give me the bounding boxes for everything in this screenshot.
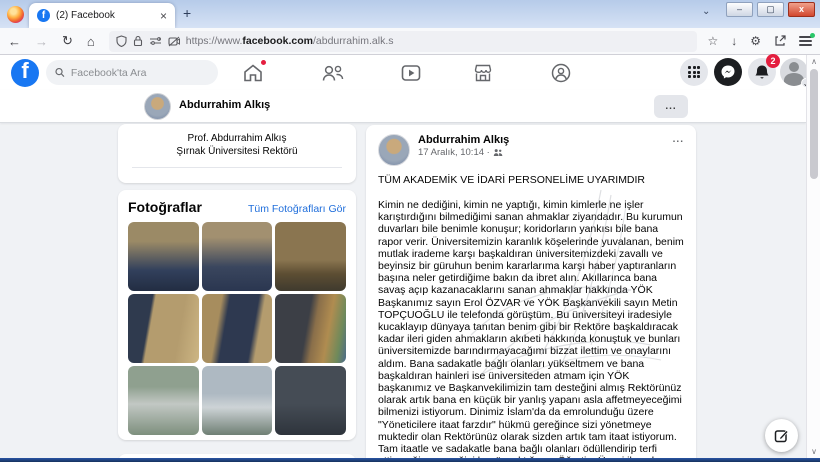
list-tabs-chevron-icon[interactable]: ⌄ [702, 6, 710, 17]
compose-post-button[interactable] [765, 419, 798, 452]
browser-tab-facebook[interactable]: f (2) Facebook × [29, 3, 175, 28]
notification-badge: 2 [766, 54, 780, 68]
nav-marketplace-tab[interactable] [470, 60, 496, 86]
scrollbar-thumb[interactable] [810, 69, 818, 179]
url-text[interactable]: https://www.facebook.com/abdurrahim.alk.… [186, 35, 394, 47]
notifications-button[interactable]: 2 [748, 58, 776, 86]
scroll-down-arrow[interactable]: ∨ [807, 447, 820, 456]
tab-close-icon[interactable]: × [160, 9, 167, 23]
url-domain: facebook.com [242, 35, 313, 47]
url-bar[interactable]: https://www.facebook.com/abdurrahim.alk.… [109, 31, 698, 52]
blocked-media-icon[interactable] [168, 36, 180, 47]
url-path: /abdurrahim.alk.s [313, 35, 394, 47]
post-author-avatar[interactable] [378, 134, 410, 166]
menu-notification-dot [810, 33, 815, 38]
watch-icon [400, 62, 422, 84]
photos-title: Fotoğraflar [128, 199, 202, 215]
post-timestamp[interactable]: 17 Aralık, 10:14 · [418, 147, 490, 158]
intro-card: Prof. Abdurrahim Alkış Şırnak Üniversite… [118, 124, 356, 183]
tab-title: (2) Facebook [56, 10, 154, 21]
post-card: Abdurrahim Alkış 17 Aralık, 10:14 · ... … [366, 125, 696, 462]
photo-thumbnail[interactable] [128, 294, 199, 363]
facebook-search[interactable] [46, 60, 218, 85]
browser-window: f (2) Facebook × + ⌄ – ▢ x ← → ↻ ⌂ https… [0, 0, 820, 462]
search-icon [55, 67, 65, 78]
compose-pencil-icon [774, 428, 789, 443]
settings-gear-icon[interactable]: ⚙ [750, 34, 761, 48]
minimize-button[interactable]: – [726, 2, 753, 17]
windows-taskbar-edge [0, 458, 820, 462]
profile-avatar[interactable] [144, 93, 171, 120]
nav-watch-tab[interactable] [398, 60, 424, 86]
profile-sticky-bar: Abdurrahim Alkış ... [0, 90, 806, 123]
nav-home-tab[interactable] [240, 60, 266, 86]
profile-more-button[interactable]: ... [654, 95, 688, 118]
apps-grid-icon [688, 66, 700, 78]
profile-name[interactable]: Abdurrahim Alkış [179, 99, 270, 111]
browser-titlebar: f (2) Facebook × + ⌄ – ▢ x [0, 0, 820, 28]
home-notification-dot [260, 59, 267, 66]
reload-button[interactable]: ↻ [62, 33, 73, 49]
post-author-name[interactable]: Abdurrahim Alkış [418, 134, 509, 147]
intro-divider [132, 167, 342, 168]
photo-thumbnail[interactable] [202, 366, 273, 435]
open-in-app-icon[interactable] [774, 35, 786, 47]
scroll-up-arrow[interactable]: ∧ [807, 57, 820, 66]
marketplace-icon [472, 62, 494, 84]
messenger-button[interactable] [714, 58, 742, 86]
photo-thumbnail[interactable] [128, 222, 199, 291]
photo-thumbnail[interactable] [275, 294, 346, 363]
photo-grid [128, 222, 346, 435]
photo-thumbnail[interactable] [128, 366, 199, 435]
toolbar-right-icons: ☆ ↓ ⚙ [707, 34, 812, 48]
close-button[interactable]: x [788, 2, 815, 17]
nav-groups-tab[interactable] [548, 60, 574, 86]
intro-name: Prof. Abdurrahim Alkış [118, 132, 356, 145]
browser-toolbar: ← → ↻ ⌂ https://www.facebook.com/abdurra… [0, 28, 820, 55]
new-tab-button[interactable]: + [183, 5, 191, 21]
facebook-favicon-icon: f [37, 9, 50, 22]
post-more-button[interactable]: ... [673, 134, 684, 145]
intro-title: Şırnak Üniversitesi Rektörü [118, 145, 356, 158]
messenger-icon [720, 64, 736, 80]
maximize-button[interactable]: ▢ [757, 2, 784, 17]
nav-friends-tab[interactable] [320, 60, 346, 86]
post-title: TÜM AKADEMİK VE İDARİ PERSONELİME UYARIM… [378, 174, 684, 186]
audience-friends-icon [493, 148, 503, 157]
photos-card: Fotoğraflar Tüm Fotoğrafları Gör [118, 190, 356, 440]
apps-menu-button[interactable] [680, 58, 708, 86]
page-scrollbar[interactable]: ∧ ∨ [806, 55, 820, 458]
shield-icon[interactable] [116, 35, 127, 47]
post-body: Kimin ne dediğini, kimin ne yaptığı, kim… [378, 199, 684, 462]
back-button[interactable]: ← [8, 34, 21, 49]
downloads-icon[interactable]: ↓ [731, 34, 737, 48]
forward-button[interactable]: → [35, 34, 48, 49]
permissions-icon[interactable] [149, 36, 162, 46]
groups-icon [550, 62, 572, 84]
bookmark-star-icon[interactable]: ☆ [707, 34, 718, 48]
see-all-photos-link[interactable]: Tüm Fotoğrafları Gör [248, 203, 346, 215]
search-input[interactable] [71, 67, 209, 79]
window-controls: – ▢ x [726, 2, 815, 17]
friends-icon [321, 62, 345, 84]
lock-icon[interactable] [133, 35, 143, 47]
photo-thumbnail[interactable] [275, 222, 346, 291]
facebook-topbar: f 2 ⌄ [0, 55, 806, 90]
photo-thumbnail[interactable] [275, 366, 346, 435]
url-prefix: https://www. [186, 35, 243, 47]
home-button[interactable]: ⌂ [87, 34, 95, 49]
photo-thumbnail[interactable] [202, 294, 273, 363]
app-menu-icon[interactable] [799, 36, 812, 46]
account-button[interactable]: ⌄ [780, 58, 808, 86]
firefox-logo-icon[interactable] [7, 6, 24, 23]
photo-thumbnail[interactable] [202, 222, 273, 291]
facebook-logo-icon[interactable]: f [11, 59, 39, 87]
